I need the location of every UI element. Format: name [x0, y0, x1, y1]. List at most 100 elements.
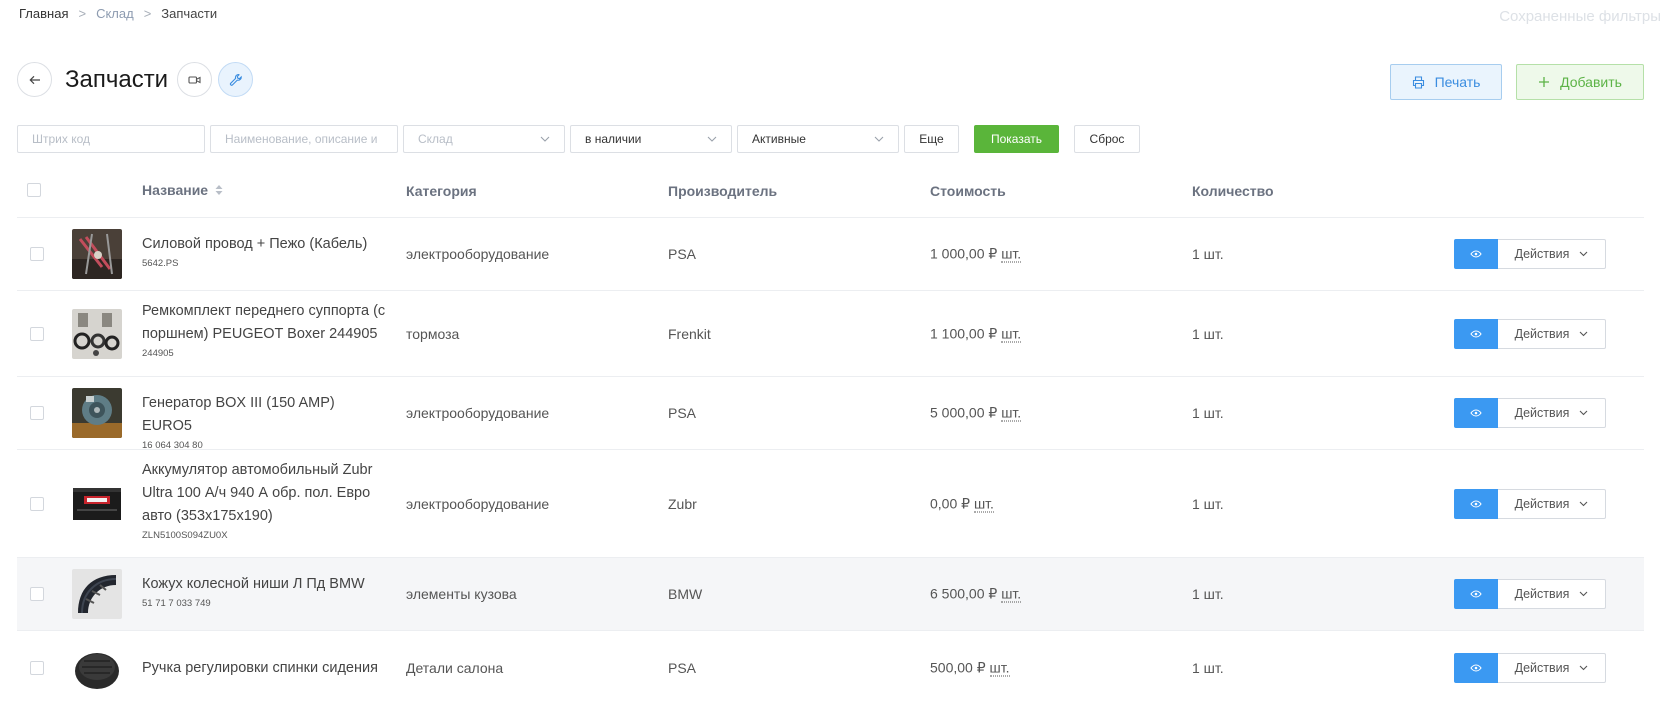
- view-button[interactable]: [1454, 579, 1498, 609]
- product-name-cell: Ремкомплект переднего суппорта (с поршне…: [142, 300, 387, 359]
- product-cost: 1 100,00 ₽ шт.: [930, 325, 1022, 342]
- row-actions: Действия: [1454, 318, 1606, 349]
- column-header-manufacturer: Производитель: [668, 183, 778, 199]
- column-header-cost: Стоимость: [930, 183, 1006, 199]
- table-row[interactable]: Ремкомплект переднего суппорта (с поршне…: [17, 291, 1644, 377]
- actions-dropdown[interactable]: Действия: [1498, 398, 1606, 428]
- product-thumbnail[interactable]: [72, 308, 122, 359]
- product-quantity: 1 шт.: [1192, 246, 1224, 262]
- table-header: Название Категория Производитель Стоимос…: [17, 172, 1644, 218]
- cost-unit[interactable]: шт.: [1001, 245, 1022, 263]
- add-button[interactable]: Добавить: [1516, 64, 1644, 100]
- saved-filters-link[interactable]: Сохраненные фильтры: [1499, 8, 1661, 25]
- product-quantity: 1 шт.: [1192, 659, 1224, 676]
- product-name[interactable]: Генератор BOX III (150 AMP) EURO5: [142, 392, 387, 438]
- breadcrumb: Главная > Склад > Запчасти: [19, 6, 217, 21]
- table-row[interactable]: Кожух колесной ниши Л Пд BMW 51 71 7 033…: [17, 558, 1644, 631]
- product-name[interactable]: Силовой провод + Пежо (Кабель): [142, 233, 387, 256]
- cost-unit[interactable]: шт.: [1001, 325, 1022, 342]
- view-button[interactable]: [1454, 652, 1498, 683]
- product-sku: 244905: [142, 348, 174, 359]
- actions-dropdown[interactable]: Действия: [1498, 318, 1606, 349]
- actions-label: Действия: [1514, 406, 1570, 420]
- product-name[interactable]: Ручка регулировки спинки сидения: [142, 657, 387, 680]
- breadcrumb-separator: >: [78, 6, 87, 21]
- warehouse-select[interactable]: Склад: [403, 125, 565, 153]
- breadcrumb-warehouse[interactable]: Склад: [96, 6, 134, 21]
- availability-select[interactable]: в наличии: [570, 125, 732, 153]
- table-row[interactable]: Ручка регулировки спинки сидения Детали …: [17, 631, 1644, 704]
- chevron-down-icon: [874, 136, 884, 142]
- back-button[interactable]: [17, 62, 52, 97]
- row-checkbox[interactable]: [30, 660, 44, 675]
- tools-button[interactable]: [218, 62, 254, 97]
- name-search-input[interactable]: [210, 125, 398, 153]
- reset-button[interactable]: Сброс: [1074, 125, 1140, 153]
- product-thumbnail[interactable]: [72, 229, 122, 279]
- chevron-down-icon: [1580, 501, 1588, 506]
- product-sku: ZLN5100S094ZU0X: [142, 530, 228, 541]
- table-row[interactable]: Аккумулятор автомобильный Zubr Ultra 100…: [17, 450, 1644, 558]
- product-manufacturer: Zubr: [668, 495, 697, 512]
- actions-label: Действия: [1514, 660, 1570, 675]
- view-button[interactable]: [1454, 318, 1498, 349]
- view-button[interactable]: [1454, 488, 1498, 519]
- column-header-name-label: Название: [142, 182, 209, 198]
- breadcrumb-home[interactable]: Главная: [19, 6, 68, 21]
- product-name[interactable]: Аккумулятор автомобильный Zubr Ultra 100…: [142, 459, 387, 528]
- product-name-cell: Ручка регулировки спинки сидения: [142, 657, 387, 680]
- actions-dropdown[interactable]: Действия: [1498, 652, 1606, 683]
- select-all-checkbox[interactable]: [27, 183, 41, 197]
- more-filters-button[interactable]: Еще: [904, 125, 959, 153]
- page-header: Запчасти: [17, 62, 254, 97]
- table-row[interactable]: Генератор BOX III (150 AMP) EURO5 16 064…: [17, 377, 1644, 451]
- eye-icon: [1470, 329, 1482, 338]
- row-checkbox[interactable]: [30, 587, 44, 601]
- chevron-down-icon: [707, 136, 717, 142]
- eye-icon: [1470, 250, 1482, 258]
- view-button[interactable]: [1454, 239, 1498, 269]
- row-checkbox[interactable]: [30, 247, 44, 261]
- column-header-name[interactable]: Название: [142, 182, 223, 198]
- cost-unit[interactable]: шт.: [973, 495, 994, 512]
- product-thumbnail[interactable]: [72, 642, 122, 693]
- print-button[interactable]: Печать: [1390, 64, 1502, 100]
- row-checkbox[interactable]: [30, 406, 44, 420]
- product-thumbnail[interactable]: [72, 388, 122, 438]
- cost-unit[interactable]: шт.: [1001, 404, 1022, 422]
- product-quantity: 1 шт.: [1192, 325, 1224, 342]
- status-select[interactable]: Активные: [737, 125, 899, 153]
- product-name-cell: Аккумулятор автомобильный Zubr Ultra 100…: [142, 459, 387, 541]
- cost-unit[interactable]: шт.: [1001, 585, 1022, 603]
- cost-value: 1 100,00 ₽: [930, 325, 998, 341]
- row-checkbox[interactable]: [30, 496, 44, 511]
- product-manufacturer: PSA: [668, 659, 697, 676]
- chevron-down-icon: [540, 136, 550, 142]
- barcode-input[interactable]: [17, 125, 205, 153]
- column-header-category: Категория: [406, 183, 477, 199]
- eye-icon: [1470, 590, 1482, 598]
- chevron-down-icon: [1580, 331, 1588, 336]
- product-thumbnail[interactable]: [72, 478, 122, 529]
- sort-icon: [215, 185, 223, 195]
- product-category: тормоза: [406, 325, 460, 342]
- actions-dropdown[interactable]: Действия: [1498, 239, 1606, 269]
- row-actions: Действия: [1454, 579, 1606, 609]
- actions-dropdown[interactable]: Действия: [1498, 579, 1606, 609]
- product-cost: 1 000,00 ₽ шт.: [930, 245, 1022, 263]
- table-row[interactable]: Силовой провод + Пежо (Кабель) 5642.PS э…: [17, 218, 1644, 291]
- product-cost: 500,00 ₽ шт.: [930, 659, 1010, 676]
- actions-dropdown[interactable]: Действия: [1498, 488, 1606, 519]
- product-manufacturer: PSA: [668, 246, 697, 262]
- view-button[interactable]: [1454, 398, 1498, 428]
- video-button[interactable]: [177, 62, 213, 97]
- product-name[interactable]: Ремкомплект переднего суппорта (с поршне…: [142, 300, 387, 346]
- product-name[interactable]: Кожух колесной ниши Л Пд BMW: [142, 573, 387, 596]
- product-thumbnail[interactable]: [72, 569, 122, 619]
- row-checkbox[interactable]: [30, 326, 44, 341]
- header-actions: Печать Добавить: [1390, 64, 1644, 100]
- cost-unit[interactable]: шт.: [989, 659, 1010, 676]
- filter-bar: Склад в наличии Активные Еще Показать Сб…: [17, 125, 1140, 153]
- show-button[interactable]: Показать: [974, 125, 1059, 153]
- cost-value: 5 000,00 ₽: [930, 404, 998, 421]
